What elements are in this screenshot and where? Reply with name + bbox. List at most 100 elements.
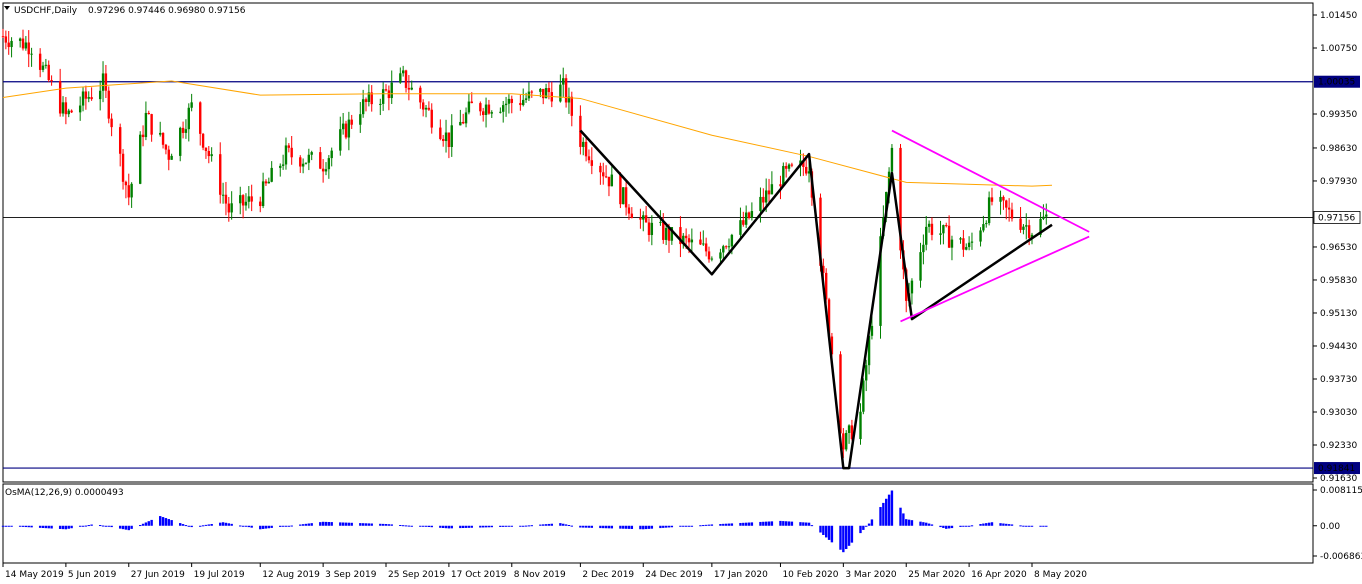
osma-bar [264,525,268,529]
candle-body [339,129,342,151]
candle-body [950,239,954,248]
osma-bar [867,523,871,526]
osma-bar [287,525,291,527]
osma-tick-label: -0.006863 [1320,552,1362,562]
osma-bar [484,525,488,528]
osma-bar [862,525,865,530]
osma-bar [1045,525,1048,527]
candle-body [350,119,353,125]
candle-body [764,190,768,203]
osma-bar [167,519,170,526]
candle-body [199,102,202,134]
candle-body [584,141,588,157]
candle-body [630,213,634,219]
osma-bar [865,525,868,527]
osma-bar [387,524,391,526]
osma-bar [441,525,445,529]
osma-bar [38,525,42,528]
price-chart[interactable]: 1.01450 1.00750 0.99350 0.98630 0.97930 0.965… [0,0,1362,584]
candle-body [304,162,308,164]
osma-bar [1025,525,1028,527]
osma-bar [959,525,962,527]
osma-bar [184,525,188,527]
candle-body [104,73,108,91]
osma-bar [684,525,688,527]
candle-body [590,160,594,166]
candle-body [427,107,431,110]
candle-body [270,167,273,182]
candle-body [542,88,545,99]
osma-bar [330,522,333,526]
candle-body [58,81,62,114]
candle-body [1022,226,1025,230]
candle-body [181,127,185,133]
candle-body [450,125,453,148]
osma-bar [570,525,574,527]
y-tick-label: 0.95830 [1320,276,1357,286]
candle-body [287,145,291,148]
osma-bar [490,525,493,528]
triangle-trendline[interactable] [900,235,1090,323]
candle-body [210,154,213,157]
osma-bar [587,525,591,528]
osma-bar [947,525,951,529]
candle-body [421,102,425,110]
triangle-trendline[interactable] [891,129,1090,233]
candle-body [659,221,662,223]
pattern-trendline[interactable] [579,129,1053,470]
osma-bar [967,525,971,527]
osma-bar [639,525,642,530]
osma-bar [802,522,805,526]
osma-bar [304,523,308,526]
candle-body [38,53,42,70]
osma-bar [299,524,302,526]
osma-bar [221,522,225,526]
candle-body [959,238,962,240]
osma-bar [982,523,985,526]
candle-body [121,153,125,182]
candle-body [662,221,665,240]
candle-body [985,223,988,225]
candle-body [502,105,505,112]
osma-bar [241,525,245,527]
candle-body [319,152,322,169]
osma-bar [67,525,70,529]
osma-bar [379,523,382,526]
candle-body [722,246,725,253]
y-tick-label: 1.00750 [1320,44,1357,54]
osma-bar [744,522,748,526]
triangle-down-icon[interactable] [4,6,10,10]
candle-body [779,184,782,187]
osma-bar [364,523,368,526]
candle-body [1005,200,1008,208]
candle-body [484,104,488,115]
osma-bar [64,525,68,530]
candle-body [464,112,468,124]
candle-body [742,220,745,225]
x-tick-label: 12 Aug 2019 [262,570,320,580]
osma-bar [239,525,242,527]
osma-bar [1019,525,1022,527]
osma-bar [27,525,30,528]
osma-bar [899,507,902,526]
osma-bar [859,525,862,534]
candle-body [930,223,934,235]
y-tick-label: 0.99350 [1320,110,1357,120]
candle-body [241,195,245,206]
osma-bar [582,525,585,528]
pattern-drawings[interactable] [579,129,1090,470]
x-tick-label: 3 Mar 2020 [845,570,897,580]
osma-bar [790,521,794,526]
osma-bar [179,523,182,526]
candle-body [624,187,628,208]
osma-bar [502,525,505,527]
x-tick-label: 17 Oct 2019 [451,570,507,580]
candle-body [490,112,493,114]
osma-bar [850,525,854,543]
osma-bar [599,525,602,529]
candle-body [327,158,331,170]
osma-bar [527,525,531,527]
y-tick-label: 0.94430 [1320,342,1357,352]
osma-bar [902,513,905,526]
y-tick-label: 1.01450 [1320,11,1357,21]
